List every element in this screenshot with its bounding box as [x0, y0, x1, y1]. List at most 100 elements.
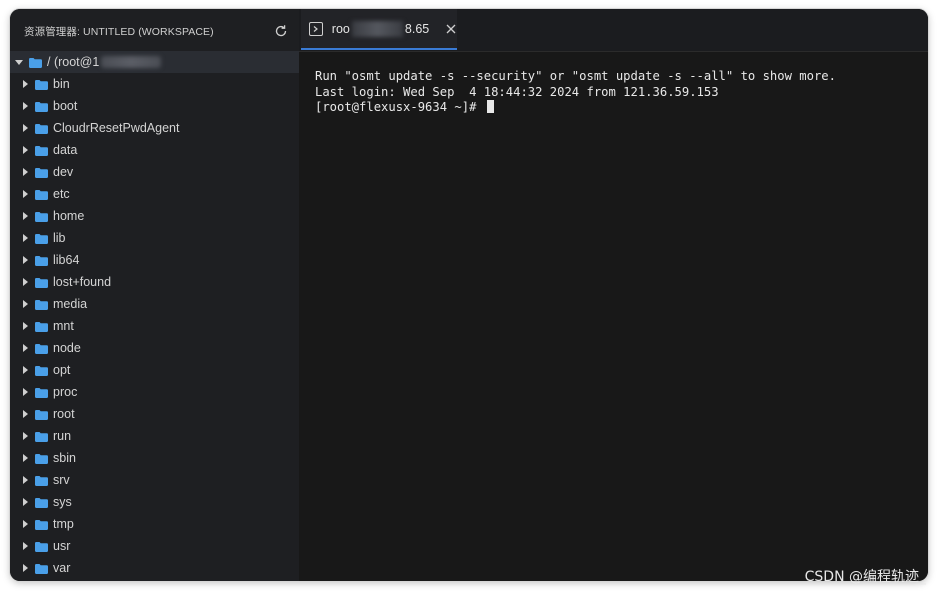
- terminal-icon: [309, 21, 323, 36]
- watermark: CSDN @编程轨迹_: [804, 569, 926, 585]
- tree-item-label: root: [53, 407, 75, 421]
- folder-icon: [35, 541, 48, 552]
- chevron-right-icon[interactable]: [20, 564, 29, 573]
- tree-item-label: usr: [53, 539, 71, 553]
- tree-item[interactable]: lib: [10, 227, 299, 249]
- tree-item-label: node: [53, 341, 81, 355]
- tree-item-label: data: [53, 143, 78, 157]
- folder-icon: [35, 431, 48, 442]
- tree-item[interactable]: boot: [10, 95, 299, 117]
- tree-item-label: opt: [53, 363, 71, 377]
- chevron-right-icon[interactable]: [20, 256, 29, 265]
- tree-item-label: var: [53, 561, 71, 575]
- tree-item[interactable]: home: [10, 205, 299, 227]
- chevron-right-icon[interactable]: [20, 520, 29, 529]
- redacted-host: [351, 20, 403, 37]
- folder-icon: [35, 519, 48, 530]
- tab-bar: roo 8.65: [299, 9, 928, 52]
- file-tree: / (root@1 bin boot CloudrResetPwdAgent data…: [10, 51, 299, 579]
- tab-label-end: 8.65: [404, 21, 430, 36]
- chevron-right-icon[interactable]: [20, 80, 29, 89]
- folder-icon: [35, 145, 48, 156]
- folder-icon: [35, 299, 48, 310]
- chevron-right-icon[interactable]: [20, 454, 29, 463]
- chevron-right-icon[interactable]: [20, 476, 29, 485]
- tree-item[interactable]: srv: [10, 469, 299, 491]
- chevron-right-icon[interactable]: [20, 432, 29, 441]
- tree-root[interactable]: / (root@1: [10, 51, 299, 73]
- tree-item-label: media: [53, 297, 88, 311]
- tree-item[interactable]: sbin: [10, 447, 299, 469]
- chevron-right-icon[interactable]: [20, 344, 29, 353]
- tree-item-label: srv: [53, 473, 70, 487]
- folder-icon: [35, 277, 48, 288]
- chevron-right-icon[interactable]: [20, 366, 29, 375]
- close-icon[interactable]: [445, 23, 457, 35]
- tree-item[interactable]: var: [10, 557, 299, 579]
- tree-item[interactable]: node: [10, 337, 299, 359]
- folder-icon: [35, 189, 48, 200]
- tree-item[interactable]: tmp: [10, 513, 299, 535]
- chevron-right-icon[interactable]: [20, 278, 29, 287]
- explorer-sidebar: 资源管理器: UNTITLED (WORKSPACE) / (root@1 bi…: [10, 9, 299, 581]
- folder-icon: [35, 497, 48, 508]
- folder-icon: [29, 57, 42, 68]
- tree-item[interactable]: sys: [10, 491, 299, 513]
- tree-item[interactable]: CloudrResetPwdAgent: [10, 117, 299, 139]
- folder-icon: [35, 409, 48, 420]
- folder-icon: [35, 255, 48, 266]
- chevron-right-icon[interactable]: [20, 190, 29, 199]
- tree-item-label: dev: [53, 165, 74, 179]
- folder-icon: [35, 387, 48, 398]
- chevron-right-icon[interactable]: [20, 410, 29, 419]
- tree-item-label: etc: [53, 187, 70, 201]
- tree-item-label: proc: [53, 385, 78, 399]
- tree-item[interactable]: lost+found: [10, 271, 299, 293]
- app-window: 资源管理器: UNTITLED (WORKSPACE) / (root@1 bi…: [10, 9, 928, 581]
- tab-terminal[interactable]: roo 8.65: [301, 9, 457, 50]
- tree-item-label: lib: [53, 231, 66, 245]
- folder-icon: [35, 211, 48, 222]
- tree-item[interactable]: etc: [10, 183, 299, 205]
- tree-item-label: home: [53, 209, 85, 223]
- tree-item[interactable]: bin: [10, 73, 299, 95]
- tree-item[interactable]: dev: [10, 161, 299, 183]
- folder-icon: [35, 563, 48, 574]
- folder-icon: [35, 365, 48, 376]
- terminal-output[interactable]: Run "osmt update -s --security" or "osmt…: [299, 51, 928, 581]
- refresh-icon[interactable]: [273, 23, 289, 39]
- explorer-header: 资源管理器: UNTITLED (WORKSPACE): [10, 9, 299, 53]
- tree-item-label: sbin: [53, 451, 76, 465]
- tree-item-label: mnt: [53, 319, 74, 333]
- folder-icon: [35, 233, 48, 244]
- tree-item[interactable]: mnt: [10, 315, 299, 337]
- tree-item[interactable]: run: [10, 425, 299, 447]
- tree-item[interactable]: media: [10, 293, 299, 315]
- tree-item[interactable]: data: [10, 139, 299, 161]
- chevron-right-icon[interactable]: [20, 102, 29, 111]
- terminal-cursor: [486, 100, 494, 113]
- tree-item[interactable]: root: [10, 403, 299, 425]
- chevron-right-icon[interactable]: [20, 146, 29, 155]
- terminal-prompt: [root@flexusx-9634 ~]#: [315, 100, 484, 114]
- chevron-right-icon[interactable]: [20, 124, 29, 133]
- tree-item[interactable]: opt: [10, 359, 299, 381]
- chevron-right-icon[interactable]: [20, 498, 29, 507]
- folder-icon: [35, 167, 48, 178]
- tree-item[interactable]: usr: [10, 535, 299, 557]
- chevron-right-icon[interactable]: [20, 234, 29, 243]
- tree-item[interactable]: lib64: [10, 249, 299, 271]
- tree-item[interactable]: proc: [10, 381, 299, 403]
- tree-item-label: boot: [53, 99, 78, 113]
- chevron-right-icon[interactable]: [20, 212, 29, 221]
- chevron-right-icon[interactable]: [20, 168, 29, 177]
- chevron-right-icon[interactable]: [20, 322, 29, 331]
- chevron-right-icon[interactable]: [20, 300, 29, 309]
- tree-root-label: / (root@1: [47, 55, 100, 69]
- tree-item-label: bin: [53, 77, 70, 91]
- terminal-line: Run "osmt update -s --security" or "osmt…: [315, 69, 836, 83]
- chevron-right-icon[interactable]: [20, 542, 29, 551]
- tree-item-label: sys: [53, 495, 72, 509]
- chevron-down-icon[interactable]: [14, 58, 23, 67]
- chevron-right-icon[interactable]: [20, 388, 29, 397]
